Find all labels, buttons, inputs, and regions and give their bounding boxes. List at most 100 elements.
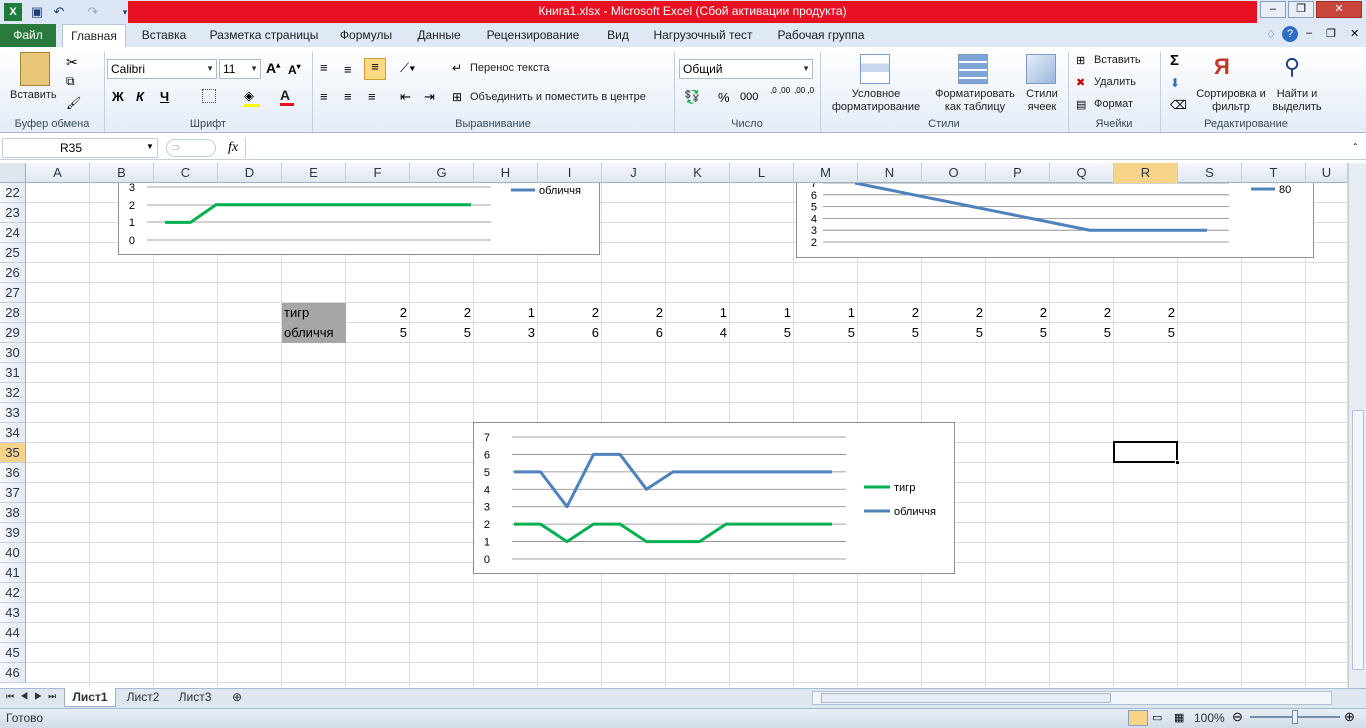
name-box[interactable]: R35 (2, 138, 158, 158)
column-header-p[interactable]: P (986, 163, 1050, 183)
name-box-dropdown-icon[interactable]: ▼ (146, 142, 154, 151)
column-header-h[interactable]: H (474, 163, 538, 183)
column-header-m[interactable]: M (794, 163, 858, 183)
orientation-icon[interactable]: ⟋▾ (400, 60, 415, 76)
row-header-42[interactable]: 42 (0, 583, 26, 603)
align-middle-icon[interactable]: ≡ (344, 62, 352, 77)
redo-icon[interactable]: ↷ (84, 3, 102, 21)
paste-button[interactable]: Вставить (10, 89, 57, 101)
align-center-icon[interactable]: ≡ (344, 89, 352, 104)
cell-r29[interactable]: 5 (1114, 323, 1178, 343)
align-bottom-icon[interactable]: ≡ (364, 58, 386, 80)
sheet-tab-2[interactable]: Лист2 (118, 688, 168, 707)
align-left-icon[interactable]: ≡ (320, 89, 328, 104)
cell-j28[interactable]: 2 (602, 303, 666, 323)
format-as-table-button[interactable]: Форматировать как таблицу (930, 88, 1020, 114)
sheet-nav-arrows-icon[interactable]: ⏮◀▶⏭ (6, 691, 62, 702)
sheet-tab-3[interactable]: Лист3 (170, 688, 220, 707)
vertical-scrollbar[interactable] (1348, 163, 1366, 688)
cell-m29[interactable]: 5 (794, 323, 858, 343)
row-header-29[interactable]: 29 (0, 323, 26, 343)
cell-l29[interactable]: 5 (730, 323, 794, 343)
fill-icon[interactable]: ⬇ (1170, 76, 1180, 90)
cell-e29[interactable]: обличчя (282, 323, 346, 343)
paste-icon[interactable] (20, 52, 50, 86)
tab-page-layout[interactable]: Разметка страницы (204, 24, 324, 47)
column-header-b[interactable]: B (90, 163, 154, 183)
formula-input[interactable] (245, 138, 1348, 158)
column-header-i[interactable]: I (538, 163, 602, 183)
tab-formulas[interactable]: Формулы (332, 24, 400, 47)
tab-file[interactable]: Файл (0, 24, 56, 47)
row-header-34[interactable]: 34 (0, 423, 26, 443)
save-icon[interactable]: ▣ (28, 3, 46, 21)
align-right-icon[interactable]: ≡ (368, 89, 376, 104)
cell-g29[interactable]: 5 (410, 323, 474, 343)
cell-f29[interactable]: 5 (346, 323, 410, 343)
row-header-25[interactable]: 25 (0, 243, 26, 263)
cell-n28[interactable]: 2 (858, 303, 922, 323)
cell-h28[interactable]: 1 (474, 303, 538, 323)
ribbon-minimize-icon[interactable]: ♢ (1266, 28, 1276, 41)
cell-styles-button[interactable]: Стили ячеек (1018, 88, 1066, 114)
format-cells-button[interactable]: Формат (1094, 98, 1133, 110)
cell-i29[interactable]: 6 (538, 323, 602, 343)
tab-load-test[interactable]: Нагрузочный тест (646, 24, 760, 47)
row-header-33[interactable]: 33 (0, 403, 26, 423)
column-header-l[interactable]: L (730, 163, 794, 183)
currency-icon[interactable]: 💱 (684, 89, 700, 105)
tab-data[interactable]: Данные (408, 24, 470, 47)
page-break-view-icon[interactable]: ▦ (1174, 711, 1184, 724)
close-button[interactable]: ✕ (1316, 1, 1362, 18)
bold-button[interactable]: Ж (112, 89, 124, 104)
normal-view-icon[interactable] (1128, 710, 1148, 726)
merge-center-button[interactable]: Объединить и поместить в центре (470, 91, 646, 103)
column-header-j[interactable]: J (602, 163, 666, 183)
cell-k28[interactable]: 1 (666, 303, 730, 323)
tab-team[interactable]: Рабочая группа (768, 24, 874, 47)
doc-minimize-icon[interactable]: – (1306, 27, 1312, 39)
maximize-button[interactable]: ❐ (1288, 1, 1314, 18)
row-header-37[interactable]: 37 (0, 483, 26, 503)
insert-sheet-icon[interactable]: ⊕ (224, 688, 250, 707)
column-header-e[interactable]: E (282, 163, 346, 183)
cell-p28[interactable]: 2 (986, 303, 1050, 323)
column-header-u[interactable]: U (1306, 163, 1348, 183)
row-header-39[interactable]: 39 (0, 523, 26, 543)
row-header-45[interactable]: 45 (0, 643, 26, 663)
sheet-tab-1[interactable]: Лист1 (64, 688, 116, 707)
align-top-icon[interactable]: ≡ (320, 60, 328, 75)
italic-button[interactable]: К (136, 89, 144, 104)
cell-i28[interactable]: 2 (538, 303, 602, 323)
chart-3[interactable]: 0 1 2 3 4 5 6 7 тигр обличчя (473, 422, 955, 574)
column-header-a[interactable]: A (26, 163, 90, 183)
row-header-22[interactable]: 22 (0, 183, 26, 203)
increase-indent-icon[interactable]: ⇥ (424, 89, 435, 105)
underline-button[interactable]: Ч (160, 89, 169, 104)
column-header-o[interactable]: O (922, 163, 986, 183)
thousands-button[interactable]: 000 (740, 91, 758, 103)
column-header-q[interactable]: Q (1050, 163, 1114, 183)
horizontal-scrollbar[interactable] (812, 691, 1332, 705)
minimize-button[interactable]: – (1260, 1, 1286, 18)
autosum-button[interactable]: Σ (1170, 52, 1179, 69)
row-header-28[interactable]: 28 (0, 303, 26, 323)
font-color-icon[interactable]: A (280, 87, 294, 106)
delete-cells-button[interactable]: Удалить (1094, 76, 1136, 88)
formula-bar-expand-icon[interactable]: ⊃ (166, 139, 216, 157)
font-name-select[interactable]: Calibri ▼ (107, 59, 217, 79)
formula-bar-toggle-icon[interactable]: ⌃ (1352, 142, 1359, 151)
borders-icon[interactable] (202, 89, 216, 103)
cell-n29[interactable]: 5 (858, 323, 922, 343)
row-header-44[interactable]: 44 (0, 623, 26, 643)
tab-home[interactable]: Главная (62, 24, 126, 47)
row-header-36[interactable]: 36 (0, 463, 26, 483)
decrease-decimal-button[interactable]: ,00 ,0 (794, 86, 816, 95)
cell-k29[interactable]: 4 (666, 323, 730, 343)
cell-o29[interactable]: 5 (922, 323, 986, 343)
zoom-in-button[interactable]: ⊕ (1344, 709, 1355, 725)
row-header-43[interactable]: 43 (0, 603, 26, 623)
conditional-format-button[interactable]: Условное форматирование (824, 88, 928, 114)
row-header-24[interactable]: 24 (0, 223, 26, 243)
clear-icon[interactable]: ⌫ (1170, 98, 1187, 112)
